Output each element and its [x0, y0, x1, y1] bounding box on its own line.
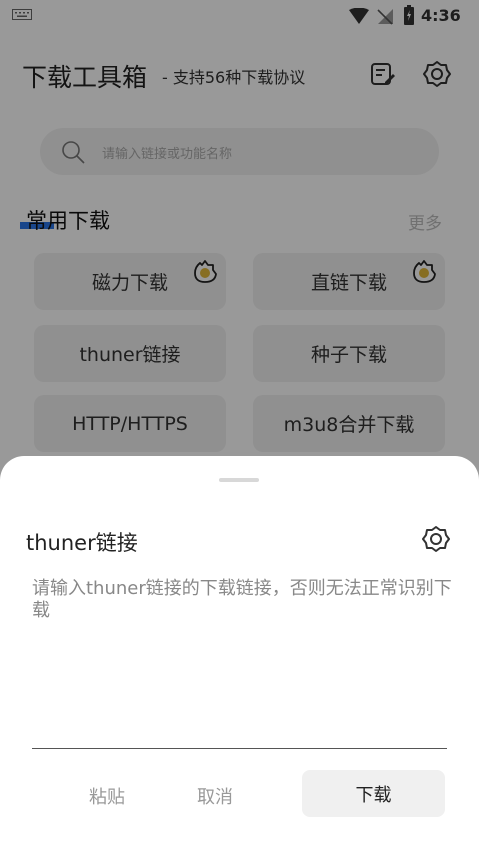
- settings-gear-icon[interactable]: [422, 525, 450, 553]
- paste-button[interactable]: 粘贴: [89, 783, 125, 809]
- link-input-field[interactable]: [32, 748, 447, 749]
- download-button[interactable]: 下载: [302, 770, 445, 817]
- bottom-sheet-dialog: thuner链接 请输入thuner链接的下载链接，否则无法正常识别下载 粘贴 …: [0, 456, 479, 851]
- cancel-button[interactable]: 取消: [197, 783, 233, 809]
- dialog-message: 请输入thuner链接的下载链接，否则无法正常识别下载: [32, 578, 452, 621]
- dialog-title: thuner链接: [26, 531, 138, 555]
- drag-handle[interactable]: [219, 478, 259, 482]
